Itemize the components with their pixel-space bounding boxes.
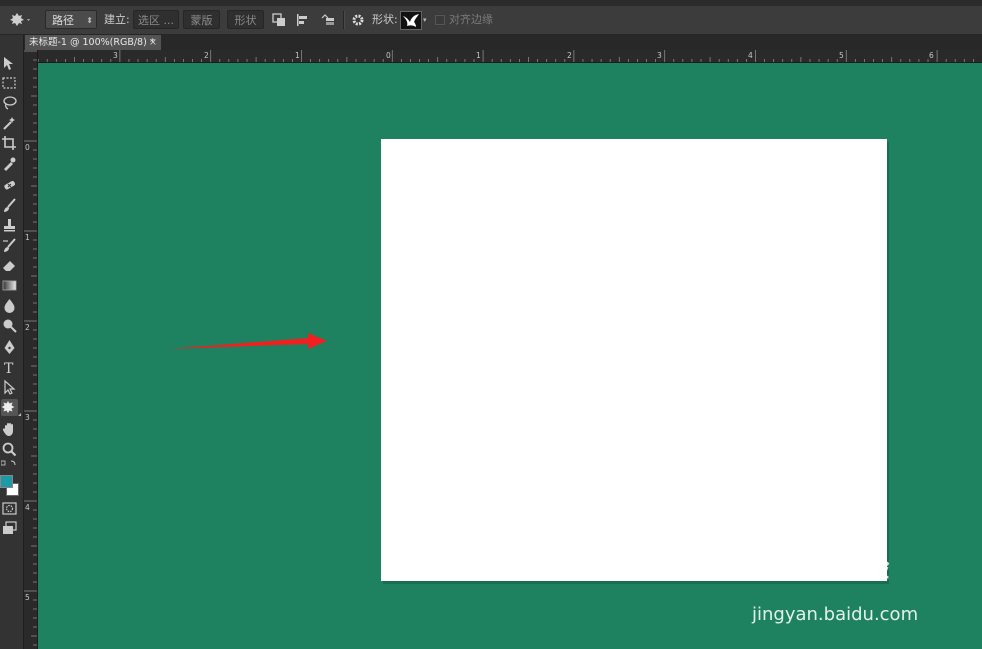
ruler-top-label: 5 — [839, 51, 844, 60]
watermark-logo-suffix: 经验 — [838, 554, 889, 584]
crop-tool-icon[interactable] — [1, 135, 18, 152]
ruler-top-label: 1 — [476, 51, 481, 60]
history-brush-tool-icon[interactable] — [1, 237, 18, 254]
watermark-url: jingyan.baidu.com — [752, 604, 919, 625]
quick-mask-icon[interactable] — [1, 500, 18, 517]
document-canvas[interactable] — [381, 139, 887, 581]
eraser-tool-icon[interactable] — [1, 257, 18, 274]
lasso-tool-icon[interactable] — [1, 95, 18, 112]
ruler-top-label: 3 — [657, 51, 662, 60]
custom-shape-tool-icon[interactable] — [1, 399, 21, 416]
ruler-top-label: 6 — [929, 51, 934, 60]
shape-label: 形状: — [372, 13, 398, 26]
ruler-left-label: 0 — [25, 143, 30, 152]
eyedropper-tool-icon[interactable] — [1, 155, 18, 172]
document-tab[interactable]: 未标题-1 @ 100%(RGB/8) * × — [25, 35, 161, 50]
zoom-tool-icon[interactable] — [1, 441, 18, 458]
swap-colors-icon[interactable] — [1, 459, 18, 469]
foreground-color-swatch[interactable] — [0, 475, 13, 488]
hand-tool-icon[interactable] — [1, 421, 18, 438]
brush-tool-icon[interactable] — [1, 197, 18, 214]
align-edges-label: 对齐边缘 — [449, 13, 493, 26]
path-alignment-icon[interactable] — [296, 13, 310, 32]
make-label: 建立: — [104, 13, 130, 26]
ruler-top-label: 2 — [204, 51, 209, 60]
blur-tool-icon[interactable] — [1, 297, 18, 314]
ruler-left-label: 2 — [25, 323, 30, 332]
horizontal-ruler[interactable]: 3 2 1 0 1 2 3 4 5 6 — [38, 50, 982, 63]
ruler-left-label: 5 — [25, 593, 30, 602]
document-tab-title: 未标题-1 @ 100%(RGB/8) * — [29, 37, 155, 48]
vertical-ruler[interactable]: 0 1 2 3 4 5 — [24, 50, 38, 649]
healing-brush-tool-icon[interactable] — [1, 177, 18, 194]
ruler-top-label: 3 — [113, 51, 118, 60]
red-annotation-arrow — [168, 333, 327, 349]
ruler-top-label: 1 — [295, 51, 300, 60]
custom-shape-tool-preset-icon[interactable] — [8, 11, 32, 30]
chevron-updown-icon: ⬍ — [86, 16, 93, 25]
document-tab-bar — [24, 35, 982, 50]
ruler-left-label: 3 — [25, 413, 30, 422]
screen-mode-icon[interactable] — [1, 520, 18, 537]
marquee-tool-icon[interactable] — [1, 75, 18, 92]
move-tool-icon[interactable] — [1, 55, 18, 72]
ruler-left-label: 1 — [25, 233, 30, 242]
watermark-logo: Bai 经验 — [752, 548, 889, 585]
tools-panel: T — [0, 35, 24, 649]
make-mask-button[interactable]: 蒙版 — [183, 10, 220, 29]
tool-mode-select[interactable]: 路径 ⬍ — [45, 10, 97, 29]
options-bar: 路径 ⬍ 建立: 选区 ... 蒙版 形状 形状: ▾ 对齐边缘 — [0, 6, 982, 35]
watermark-logo-text: Bai — [752, 550, 803, 585]
svg-text:T: T — [4, 361, 14, 376]
close-tab-icon[interactable]: × — [149, 35, 157, 50]
chevron-down-icon[interactable]: ▾ — [423, 11, 427, 30]
type-tool-icon[interactable]: T — [1, 359, 18, 376]
align-edges-checkbox[interactable] — [435, 15, 445, 25]
path-operations-icon[interactable] — [272, 13, 286, 32]
shape-picker[interactable] — [400, 11, 422, 30]
bird-icon — [403, 14, 419, 27]
clone-stamp-tool-icon[interactable] — [1, 217, 18, 234]
paw-icon — [802, 548, 838, 579]
gear-icon[interactable] — [351, 13, 365, 32]
gradient-tool-icon[interactable] — [1, 277, 18, 294]
dodge-tool-icon[interactable] — [1, 317, 18, 334]
path-arrangement-icon[interactable] — [320, 13, 336, 32]
ruler-top-label: 2 — [567, 51, 572, 60]
ruler-left-label: 4 — [25, 503, 30, 512]
tool-mode-value: 路径 — [52, 14, 74, 27]
path-selection-tool-icon[interactable] — [1, 379, 18, 396]
pen-tool-icon[interactable] — [1, 339, 18, 356]
magic-wand-tool-icon[interactable] — [1, 115, 18, 132]
ruler-top-label: 0 — [386, 51, 391, 60]
make-selection-button[interactable]: 选区 ... — [133, 10, 179, 29]
baidu-jingyan-watermark: Bai 经验 jingyan.baidu.com — [752, 548, 942, 628]
make-shape-button[interactable]: 形状 — [227, 10, 264, 29]
ruler-top-label: 4 — [748, 51, 753, 60]
